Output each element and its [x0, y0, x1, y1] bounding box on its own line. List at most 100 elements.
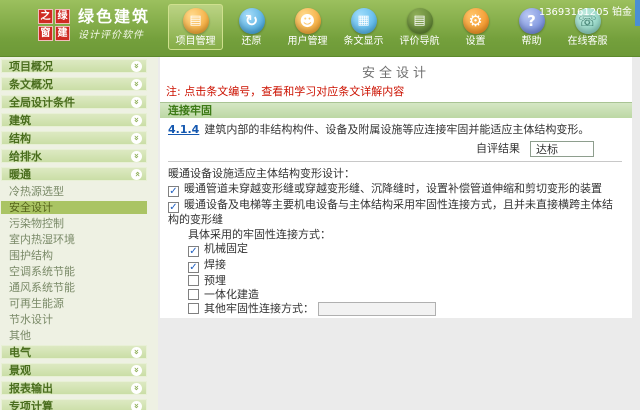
sidebar-item-label: 条文概况 [9, 78, 53, 91]
sidebar-item-label: 安全设计 [9, 201, 53, 214]
corner-accent [635, 0, 640, 26]
clause-number-link[interactable]: 4.1.4 [168, 123, 199, 136]
logo-tile: 窗 [38, 25, 53, 41]
sidebar-item[interactable]: 空调系统节能 [1, 265, 147, 278]
sidebar-item[interactable]: 结构 [1, 131, 147, 145]
chevron-icon [131, 347, 142, 358]
methods-group: 机械固定 焊接 预埋 一体化建造 其他牢固性连接方式： [188, 242, 622, 316]
method-row: 机械固定 [188, 242, 622, 257]
sidebar-item[interactable]: 安全设计 [1, 201, 147, 214]
sidebar-item-label: 结构 [9, 132, 31, 145]
sidebar-item-label: 景观 [9, 364, 31, 377]
chevron-icon [131, 365, 142, 376]
chevron-icon [131, 383, 142, 394]
form-group-title: 暖通设备设施适应主体结构变形设计： [168, 167, 355, 180]
sidebar-item-label: 建筑 [9, 114, 31, 127]
sidebar-item[interactable]: 报表输出 [1, 381, 147, 395]
user-icon [294, 8, 321, 34]
sidebar-item-label: 室内热湿环境 [9, 233, 75, 246]
checkbox[interactable] [188, 303, 199, 314]
methods-title: 具体采用的牢固性连接方式： [188, 228, 331, 241]
checkbox-label: 暖通管道未穿越变形缝或穿越变形缝、沉降缝时，设置补偿管道伸缩和剪切变形的装置 [184, 182, 602, 195]
form-area: 4.1.4 建筑内部的非结构构件、设备及附属设施等应连接牢固并能适应主体结构变形。… [160, 118, 632, 318]
self-eval-label: 自评结果 [476, 142, 520, 155]
toolbar-button[interactable]: 项目管理 [168, 4, 223, 50]
sidebar-item-label: 围护结构 [9, 249, 53, 262]
checkbox[interactable] [188, 262, 199, 273]
toolbar-button-label: 条文显示 [343, 36, 384, 47]
logo-tiles-icon: 之 绿 窗 建 [38, 8, 70, 41]
app-header: 之 绿 窗 建 绿色建筑 设计评价软件 项目管理 还原 用户管理 条文显示 [0, 0, 640, 57]
sidebar-item[interactable]: 电气 [1, 345, 147, 359]
logo-tile: 建 [55, 25, 70, 41]
toolbar-button[interactable]: 设置 [448, 4, 503, 50]
sidebar-item[interactable]: 污染物控制 [1, 217, 147, 230]
checkbox[interactable] [188, 275, 199, 286]
method-row: 其他牢固性连接方式： [188, 302, 622, 316]
sidebar-item[interactable]: 其他 [1, 329, 147, 342]
chevron-icon [131, 61, 142, 72]
account-info: 13693161205 铂金 [538, 7, 632, 18]
sidebar-item-label: 冷热源选型 [9, 185, 64, 198]
checkbox[interactable] [188, 289, 199, 300]
chevron-icon [131, 97, 142, 108]
toolbar-button-label: 还原 [241, 36, 262, 47]
sidebar-item[interactable]: 室内热湿环境 [1, 233, 147, 246]
sidebar-item[interactable]: 条文概况 [1, 77, 147, 91]
content-panel: 安全设计 注: 点击条文编号，查看和学习对应条文详解内容 连接牢固 4.1.4 建… [160, 57, 632, 318]
sidebar-item-label: 节水设计 [9, 313, 53, 326]
sidebar-item[interactable]: 通风系统节能 [1, 281, 147, 294]
sidebar-item-label: 项目概况 [9, 60, 53, 73]
section-header: 连接牢固 [160, 102, 632, 118]
page-title: 安全设计 [361, 66, 430, 81]
self-eval-row: 自评结果 达标 [168, 140, 594, 157]
sidebar-item[interactable]: 专项计算 [1, 399, 147, 410]
sidebar-item-label: 通风系统节能 [9, 281, 75, 294]
sidebar-item-label: 可再生能源 [9, 297, 64, 310]
checkbox-label: 一体化建造 [204, 288, 259, 301]
sidebar-item[interactable]: 节水设计 [1, 313, 147, 326]
chevron-icon [131, 115, 142, 126]
checkbox[interactable] [188, 246, 199, 257]
logo-text: 绿色建筑 设计评价软件 [78, 8, 150, 42]
toolbar-button[interactable]: 条文显示 [336, 4, 391, 50]
sidebar: 项目概况 条文概况 全局设计条件 建筑 结构 给排水 暖通 冷热源选型 安全设计 [0, 57, 158, 410]
method-row: 焊接 [188, 258, 622, 273]
sidebar-item[interactable]: 给排水 [1, 149, 147, 163]
sidebar-item-label: 专项计算 [9, 400, 53, 410]
sidebar-item[interactable]: 可再生能源 [1, 297, 147, 310]
divider [168, 161, 622, 162]
sidebar-item-label: 其他 [9, 329, 31, 342]
checkbox-label: 焊接 [204, 258, 226, 271]
logo-tile: 之 [38, 8, 53, 24]
sidebar-item[interactable]: 暖通 [1, 167, 147, 181]
sidebar-item[interactable]: 景观 [1, 363, 147, 377]
chevron-icon [131, 79, 142, 90]
sidebar-item[interactable]: 冷热源选型 [1, 185, 147, 198]
self-eval-select[interactable]: 达标 [530, 141, 594, 157]
toolbar-button-label: 帮助 [521, 36, 542, 47]
toolbar-button[interactable]: 还原 [224, 4, 279, 50]
logo-tile: 绿 [55, 8, 70, 24]
main-content: 安全设计 注: 点击条文编号，查看和学习对应条文详解内容 连接牢固 4.1.4 建… [158, 57, 640, 410]
method-row: 预埋 [188, 274, 622, 287]
gear-icon [462, 8, 489, 34]
chevron-icon [131, 151, 142, 162]
other-method-input[interactable] [318, 302, 436, 316]
checkbox-group: 暖通管道未穿越变形缝或穿越变形缝、沉降缝时，设置补偿管道伸缩和剪切变形的装置 暖… [168, 182, 622, 226]
page-note: 注: 点击条文编号，查看和学习对应条文详解内容 [166, 85, 405, 98]
toolbar-button[interactable]: 用户管理 [280, 4, 335, 50]
app-window: 之 绿 窗 建 绿色建筑 设计评价软件 项目管理 还原 用户管理 条文显示 [0, 0, 640, 410]
toolbar-button[interactable]: 评价导航 [392, 4, 447, 50]
checkbox[interactable] [168, 202, 179, 213]
sidebar-item[interactable]: 围护结构 [1, 249, 147, 262]
checkbox-label: 机械固定 [204, 242, 248, 255]
checkbox[interactable] [168, 186, 179, 197]
checkbox-label: 其他牢固性连接方式： [204, 302, 314, 315]
sidebar-item[interactable]: 建筑 [1, 113, 147, 127]
sidebar-item[interactable]: 全局设计条件 [1, 95, 147, 109]
checkbox-label: 预埋 [204, 274, 226, 287]
restore-icon [238, 8, 265, 34]
app-logo: 之 绿 窗 建 绿色建筑 设计评价软件 [38, 8, 150, 41]
sidebar-item[interactable]: 项目概况 [1, 59, 147, 73]
